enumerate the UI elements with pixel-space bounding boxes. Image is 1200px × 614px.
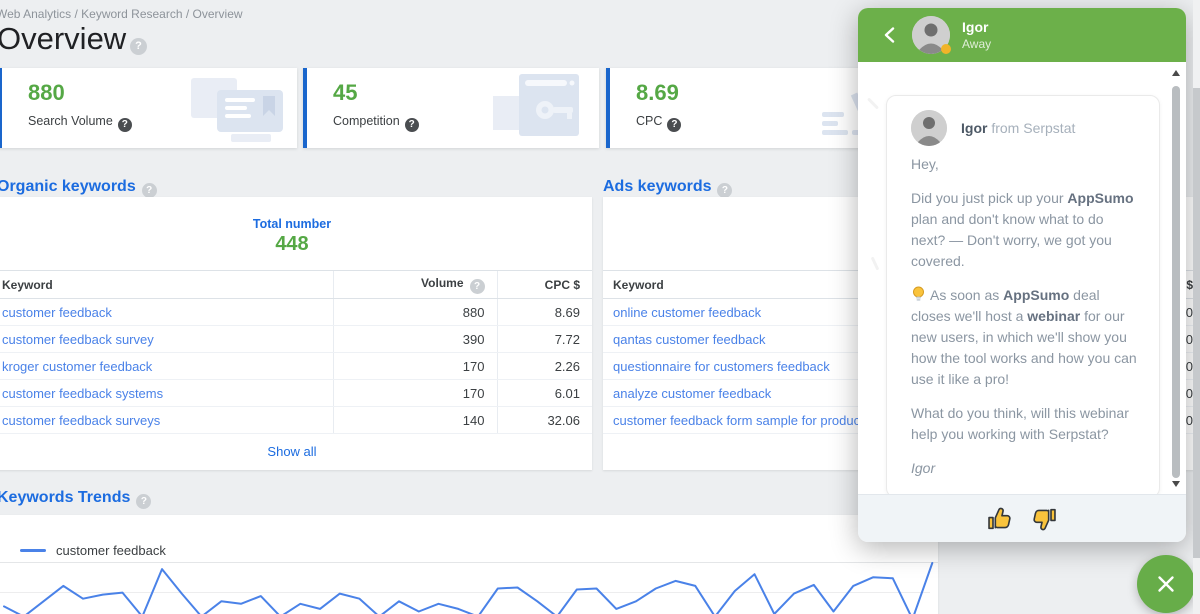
chat-message-text: Igor <box>911 458 1139 479</box>
organic-table-body: customer feedback8808.69customer feedbac… <box>0 299 592 434</box>
cpc-cell: 8.69 <box>497 299 592 326</box>
app-screen: Web Analytics / Keyword Research / Overv… <box>0 0 1200 614</box>
keyword-cell: customer feedback survey <box>0 326 333 353</box>
chat-close-button[interactable] <box>1137 555 1195 613</box>
chat-agent-name: Igor <box>962 19 988 35</box>
volume-cell: 880 <box>333 299 497 326</box>
table-row: customer feedback systems 1706.01 <box>0 380 592 407</box>
thumbs-down-icon[interactable] <box>1030 505 1058 533</box>
chat-widget: Igor Away Igor from Serpstat Hey, Did you… <box>858 8 1186 542</box>
cpc-cell: 7.72 <box>497 326 592 353</box>
trends-chart <box>0 556 938 614</box>
chat-body: Igor from Serpstat Hey, Did you just pick… <box>858 62 1186 495</box>
keywords-trends-panel: customer feedback <box>0 515 938 614</box>
show-all-link[interactable]: Show all <box>0 444 592 459</box>
metric-label: Search Volume? <box>28 114 132 132</box>
card-search-volume: 880 Search Volume? <box>0 68 297 148</box>
keyword-link[interactable]: customer feedback <box>2 305 112 320</box>
metric-value: 45 <box>333 80 357 106</box>
chat-message-text: Did you just pick up your AppSumo plan a… <box>911 188 1139 272</box>
chat-message-card: Igor from Serpstat Hey, Did you just pick… <box>886 95 1160 495</box>
close-icon <box>1155 573 1177 595</box>
lightbulb-icon <box>911 286 926 303</box>
cpc-cell: 2.26 <box>497 353 592 380</box>
chat-agent-status: Away <box>962 37 991 51</box>
keyword-link[interactable]: customer feedback survey <box>2 332 154 347</box>
keyword-link[interactable]: kroger customer feedback <box>2 359 152 374</box>
pattern-decoration <box>867 97 879 109</box>
column-header-volume[interactable]: Volume? <box>333 271 497 299</box>
metric-label: Competition? <box>333 114 419 132</box>
chat-header: Igor Away <box>858 8 1186 62</box>
trend-line-customer-feedback <box>4 563 932 614</box>
total-number-label: Total number <box>0 217 592 231</box>
keyword-link[interactable]: qantas customer feedback <box>613 332 765 347</box>
avatar <box>911 110 947 146</box>
back-arrow-icon[interactable] <box>880 25 900 45</box>
message-header: Igor from Serpstat <box>911 110 1139 146</box>
organic-keywords-table: Keyword Volume? CPC $ customer feedback 8… <box>0 270 592 434</box>
help-icon[interactable]: ? <box>130 38 147 55</box>
help-icon[interactable]: ? <box>667 118 681 132</box>
keyword-link[interactable]: customer feedback surveys <box>2 413 160 428</box>
breadcrumb[interactable]: Web Analytics / Keyword Research / Overv… <box>0 7 243 21</box>
page-scrollbar <box>1193 0 1200 614</box>
keywords-trends-heading: Keywords Trends? <box>0 489 151 509</box>
keyword-cell: kroger customer feedback <box>0 353 333 380</box>
column-header-cpc[interactable]: CPC $ <box>497 271 592 299</box>
chat-footer <box>858 494 1186 542</box>
volume-cell: 390 <box>333 326 497 353</box>
table-row: customer feedback survey 3907.72 <box>0 326 592 353</box>
total-number-value: 448 <box>0 233 592 256</box>
help-icon[interactable]: ? <box>142 183 157 198</box>
status-away-dot <box>941 44 951 54</box>
help-icon[interactable]: ? <box>136 494 151 509</box>
organic-keywords-panel: Total number 448 Keyword Volume? CPC $ c… <box>0 197 592 470</box>
ads-keywords-heading: Ads keywords? <box>603 178 732 198</box>
scroll-up-arrow-icon[interactable] <box>1172 70 1180 76</box>
report-illustration-icon <box>171 72 291 144</box>
metric-value: 8.69 <box>636 80 679 106</box>
chat-message-text: As soon as AppSumo deal closes we'll hos… <box>911 285 1139 390</box>
help-icon[interactable]: ? <box>405 118 419 132</box>
scrollbar-thumb[interactable] <box>1193 88 1200 558</box>
cpc-cell: 32.06 <box>497 407 592 434</box>
keyword-link[interactable]: customer feedback form sample for produc… <box>613 413 864 428</box>
help-icon[interactable]: ? <box>717 183 732 198</box>
keyword-cell: customer feedback surveys <box>0 407 333 434</box>
chat-scrollbar <box>1169 68 1184 489</box>
legend-line-swatch <box>20 549 46 552</box>
cpc-cell: 6.01 <box>497 380 592 407</box>
chat-messages: Hey, Did you just pick up your AppSumo pl… <box>911 154 1139 479</box>
table-row: customer feedback surveys 14032.06 <box>0 407 592 434</box>
metric-value: 880 <box>28 80 65 106</box>
scrollbar-thumb[interactable] <box>1172 86 1180 478</box>
organic-keywords-heading: Organic keywords? <box>0 178 157 198</box>
pattern-decoration <box>871 257 880 271</box>
chat-message-text: What do you think, will this webinar hel… <box>911 403 1139 445</box>
table-header-row: Keyword Volume? CPC $ <box>0 271 592 299</box>
table-row: kroger customer feedback 1702.26 <box>0 353 592 380</box>
column-header-keyword[interactable]: Keyword <box>0 271 333 299</box>
key-illustration-icon <box>473 72 593 144</box>
keyword-link[interactable]: online customer feedback <box>613 305 761 320</box>
help-icon[interactable]: ? <box>470 279 485 294</box>
keyword-link[interactable]: customer feedback systems <box>2 386 163 401</box>
keyword-cell: customer feedback systems <box>0 380 333 407</box>
keyword-link[interactable]: questionnaire for customers feedback <box>613 359 830 374</box>
volume-cell: 170 <box>333 353 497 380</box>
thumbs-up-icon[interactable] <box>986 505 1014 533</box>
scroll-down-arrow-icon[interactable] <box>1172 481 1180 487</box>
page-title: Overview <box>0 21 126 57</box>
keyword-link[interactable]: analyze customer feedback <box>613 386 771 401</box>
table-row: customer feedback 8808.69 <box>0 299 592 326</box>
chat-message-text: Hey, <box>911 154 1139 175</box>
volume-cell: 170 <box>333 380 497 407</box>
help-icon[interactable]: ? <box>118 118 132 132</box>
message-sender: Igor from Serpstat <box>961 120 1075 136</box>
card-competition: 45 Competition? <box>303 68 599 148</box>
metric-label: CPC? <box>636 114 681 132</box>
keyword-cell: customer feedback <box>0 299 333 326</box>
volume-cell: 140 <box>333 407 497 434</box>
